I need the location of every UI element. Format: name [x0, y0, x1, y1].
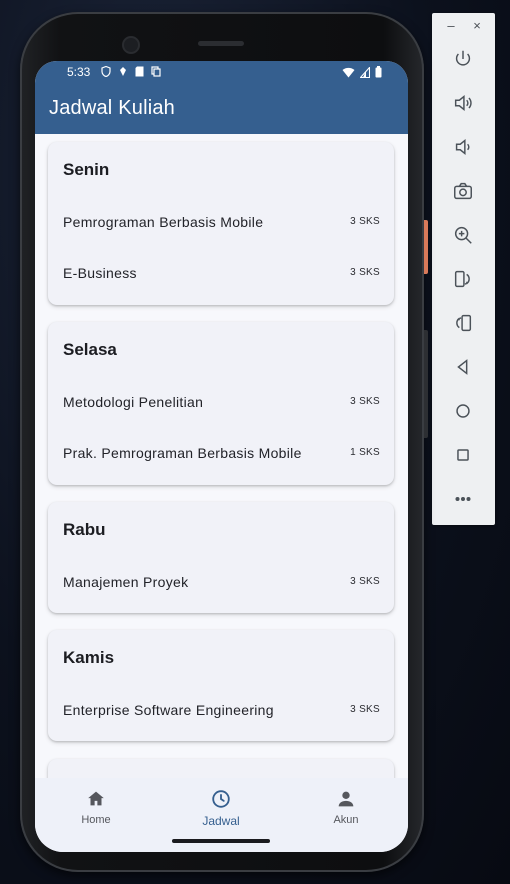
signal-icon: [360, 66, 370, 78]
course-sks: 3 SKS: [350, 216, 380, 227]
more-button[interactable]: [448, 484, 478, 514]
course-row[interactable]: Prak. Pemrograman Berbasis Mobile 1 SKS: [63, 445, 380, 465]
course-row[interactable]: Manajemen Proyek 3 SKS: [63, 574, 380, 594]
back-button[interactable]: [448, 352, 478, 382]
close-button[interactable]: ×: [467, 17, 487, 35]
course-name: Manajemen Proyek: [63, 574, 189, 590]
phone-volume-key[interactable]: [424, 330, 428, 438]
rotate-right-button[interactable]: [448, 308, 478, 338]
more-icon: [455, 496, 471, 502]
battery-icon: [375, 66, 382, 78]
wifi-icon: [342, 67, 355, 77]
nav-item-jadwal[interactable]: Jadwal: [181, 788, 261, 828]
volume-down-button[interactable]: [448, 132, 478, 162]
shield-icon: [101, 66, 111, 77]
zoom-icon: [454, 226, 472, 244]
course-row[interactable]: E-Business 3 SKS: [63, 265, 380, 285]
overview-icon: [457, 449, 469, 461]
rotate-right-icon: [456, 314, 472, 332]
course-name: Enterprise Software Engineering: [63, 702, 274, 718]
course-name: Prak. Pemrograman Berbasis Mobile: [63, 445, 302, 461]
schedule-list[interactable]: Senin Pemrograman Berbasis Mobile 3 SKS …: [35, 134, 408, 778]
course-sks: 3 SKS: [350, 267, 380, 278]
phone-screen: 5:33 Jadwal Kuliah Senin Pemrograman Ber…: [35, 61, 408, 852]
nav-label: Jadwal: [202, 814, 240, 828]
status-bar: 5:33: [35, 61, 408, 83]
bottom-navigation: Home Jadwal Akun: [35, 778, 408, 852]
course-sks: 3 SKS: [350, 576, 380, 587]
zoom-button[interactable]: [448, 220, 478, 250]
minimize-button[interactable]: –: [441, 17, 461, 35]
nav-label: Home: [81, 814, 111, 826]
volume-down-icon: [455, 139, 470, 155]
course-row[interactable]: Enterprise Software Engineering 3 SKS: [63, 702, 380, 722]
course-sks: 3 SKS: [350, 704, 380, 715]
person-icon: [338, 791, 354, 807]
sd-card-icon: [135, 66, 144, 77]
phone-power-key[interactable]: [424, 220, 428, 274]
home-circle-icon: [456, 404, 470, 418]
status-notification-icons: [101, 66, 161, 77]
power-icon: [455, 50, 471, 66]
day-title: Rabu: [63, 520, 106, 539]
back-icon: [457, 359, 468, 375]
overview-button[interactable]: [448, 440, 478, 470]
course-name: Pemrograman Berbasis Mobile: [63, 214, 264, 230]
status-system-icons: [342, 66, 382, 78]
home-icon: [88, 791, 104, 806]
day-card-partial: [48, 759, 394, 778]
day-card-selasa: Selasa Metodologi Penelitian 3 SKS Prak.…: [48, 322, 394, 485]
power-button[interactable]: [448, 44, 478, 74]
course-row[interactable]: Metodologi Penelitian 3 SKS: [63, 394, 380, 414]
course-name: E-Business: [63, 265, 137, 281]
course-sks: 3 SKS: [350, 396, 380, 407]
location-icon: [120, 67, 126, 76]
rotate-left-button[interactable]: [448, 264, 478, 294]
day-title: Senin: [63, 160, 110, 179]
volume-up-button[interactable]: [448, 88, 478, 118]
clock-icon: [212, 790, 230, 808]
nav-item-home[interactable]: Home: [56, 788, 136, 826]
camera-icon: [454, 182, 472, 200]
day-card-senin: Senin Pemrograman Berbasis Mobile 3 SKS …: [48, 142, 394, 305]
course-row[interactable]: Pemrograman Berbasis Mobile 3 SKS: [63, 214, 380, 234]
rotate-left-icon: [454, 270, 470, 288]
status-time: 5:33: [67, 65, 91, 79]
volume-up-icon: [454, 95, 472, 111]
nav-item-akun[interactable]: Akun: [306, 788, 386, 826]
copy-icon: [151, 66, 161, 77]
day-title: Kamis: [63, 648, 115, 667]
course-sks: 1 SKS: [350, 447, 380, 458]
nav-label: Akun: [333, 814, 359, 826]
course-name: Metodologi Penelitian: [63, 394, 204, 410]
day-title: Selasa: [63, 340, 117, 359]
app-bar: Jadwal Kuliah: [35, 83, 408, 134]
earpiece-speaker: [198, 41, 244, 46]
day-card-rabu: Rabu Manajemen Proyek 3 SKS: [48, 502, 394, 613]
page-title: Jadwal Kuliah: [49, 97, 176, 119]
home-button[interactable]: [448, 396, 478, 426]
emulator-toolbar: – ×: [432, 13, 495, 525]
front-camera: [124, 38, 138, 52]
gesture-home-indicator[interactable]: [172, 839, 270, 843]
screenshot-button[interactable]: [448, 176, 478, 206]
day-card-kamis: Kamis Enterprise Software Engineering 3 …: [48, 630, 394, 741]
emulator-window-controls: – ×: [432, 13, 495, 39]
